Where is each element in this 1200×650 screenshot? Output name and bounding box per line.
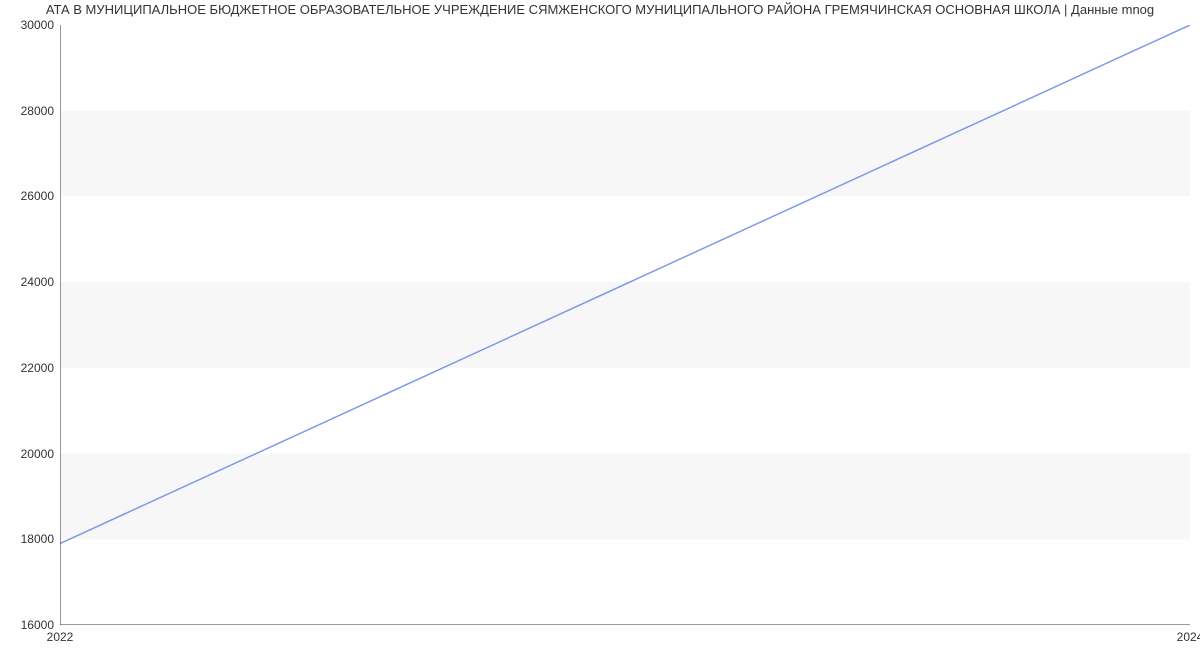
y-tick-label: 18000	[21, 532, 54, 546]
x-tick-label: 2022	[47, 630, 74, 644]
plot-area	[60, 25, 1190, 625]
chart-title: АТА В МУНИЦИПАЛЬНОЕ БЮДЖЕТНОЕ ОБРАЗОВАТЕ…	[0, 2, 1200, 17]
y-tick-label: 22000	[21, 361, 54, 375]
chart-container: АТА В МУНИЦИПАЛЬНОЕ БЮДЖЕТНОЕ ОБРАЗОВАТЕ…	[0, 0, 1200, 650]
chart-svg	[60, 25, 1190, 625]
y-tick-label: 24000	[21, 275, 54, 289]
y-tick-label: 26000	[21, 189, 54, 203]
y-tick-label: 28000	[21, 104, 54, 118]
y-tick-label: 30000	[21, 18, 54, 32]
x-tick-label: 2024	[1177, 630, 1200, 644]
y-tick-label: 20000	[21, 447, 54, 461]
